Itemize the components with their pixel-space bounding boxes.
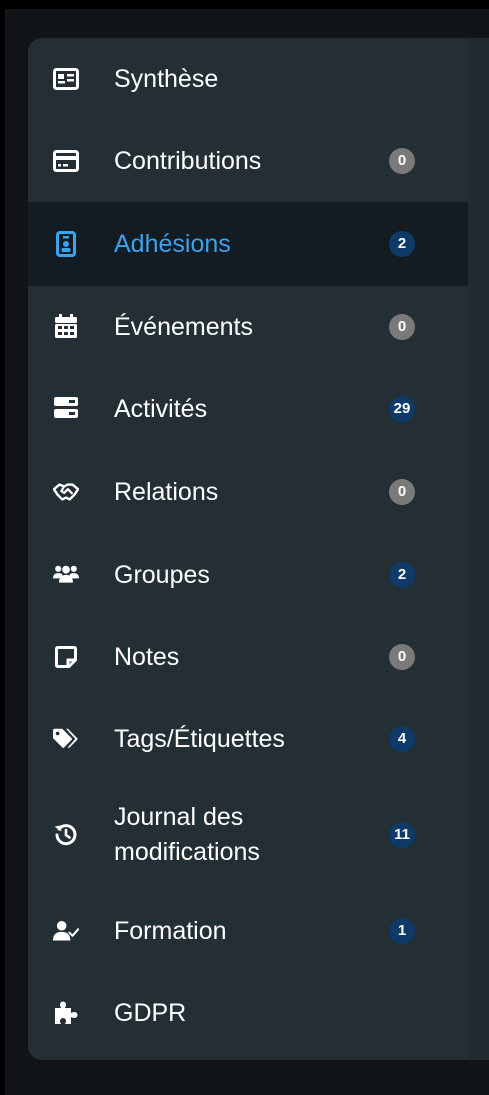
tab-label-line-2: modifications <box>114 838 260 866</box>
id-badge-icon <box>53 231 79 257</box>
tab-formation[interactable]: Formation 1 <box>28 890 468 972</box>
tab-label: Notes <box>114 643 180 671</box>
tab-journal-des-modifications[interactable]: Journal des modifications 11 <box>28 780 468 890</box>
user-check-icon <box>53 918 79 944</box>
tab-label: Activités <box>114 395 208 423</box>
count-badge: 2 <box>389 562 415 588</box>
sticky-note-icon <box>53 644 79 670</box>
count-badge: 0 <box>389 314 415 340</box>
tab-contributions[interactable]: Contributions 0 <box>28 120 468 202</box>
count-badge: 0 <box>389 148 415 174</box>
count-badge: 1 <box>389 918 415 944</box>
count-badge: 4 <box>389 726 415 752</box>
tab-evenements[interactable]: Événements 0 <box>28 286 468 368</box>
count-badge: 29 <box>389 396 415 422</box>
tab-notes[interactable]: Notes 0 <box>28 616 468 698</box>
count-badge: 2 <box>389 231 415 257</box>
count-badge: 0 <box>389 644 415 670</box>
tab-tags[interactable]: Tags/Étiquettes 4 <box>28 698 468 780</box>
tab-synthese[interactable]: Synthèse <box>28 38 468 120</box>
tab-relations[interactable]: Relations 0 <box>28 450 468 534</box>
tab-label: Synthèse <box>114 65 219 93</box>
tab-label: Relations <box>114 478 219 506</box>
tab-label-line-1: Journal des <box>114 803 244 831</box>
tab-label: Événements <box>114 313 253 341</box>
tab-gdpr[interactable]: GDPR <box>28 972 468 1054</box>
tab-groupes[interactable]: Groupes 2 <box>28 534 468 616</box>
calendar-icon <box>53 313 79 339</box>
tab-label: GDPR <box>114 999 187 1027</box>
count-badge: 0 <box>389 479 415 505</box>
tab-label: Formation <box>114 917 227 945</box>
tags-icon <box>53 726 79 752</box>
users-icon <box>53 561 79 587</box>
tasks-icon <box>53 395 79 421</box>
tab-activites[interactable]: Activités 29 <box>28 368 468 450</box>
credit-card-icon <box>53 148 79 174</box>
contact-tabs-list: Synthèse Contributions 0 Adhésions 2 Évé… <box>28 38 468 1060</box>
count-badge: 11 <box>389 822 415 848</box>
puzzle-icon <box>53 1000 79 1026</box>
tab-label: Adhésions <box>114 230 231 258</box>
tab-adhesions[interactable]: Adhésions 2 <box>28 202 468 286</box>
tab-label: Contributions <box>114 147 262 175</box>
contact-tabs-panel: Synthèse Contributions 0 Adhésions 2 Évé… <box>28 38 489 1060</box>
id-card-icon <box>53 66 79 92</box>
history-icon <box>53 822 79 848</box>
tab-label: Tags/Étiquettes <box>114 725 285 753</box>
tab-label: Groupes <box>114 561 210 589</box>
handshake-icon <box>53 479 79 505</box>
